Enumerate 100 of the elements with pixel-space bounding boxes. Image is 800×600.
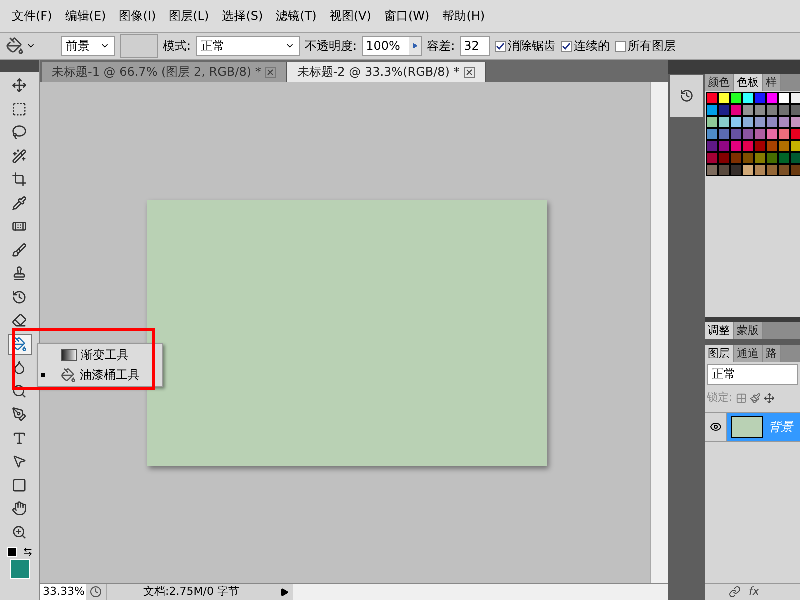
color-swatch[interactable]: [754, 140, 766, 152]
opacity-field[interactable]: 100%: [362, 36, 422, 56]
color-swatch[interactable]: [730, 92, 742, 104]
color-swatch[interactable]: [742, 152, 754, 164]
color-swatch[interactable]: [754, 116, 766, 128]
panel-tab[interactable]: 颜色: [705, 74, 734, 91]
panel-tab[interactable]: 样: [763, 74, 781, 91]
color-swatch[interactable]: [742, 128, 754, 140]
color-swatch[interactable]: [790, 104, 800, 116]
color-swatch[interactable]: [730, 140, 742, 152]
color-swatch[interactable]: [742, 104, 754, 116]
color-swatch[interactable]: [718, 140, 730, 152]
default-colors-icon[interactable]: [6, 547, 16, 557]
color-swatch[interactable]: [706, 128, 718, 140]
color-swatch[interactable]: [706, 116, 718, 128]
color-swatch[interactable]: [766, 140, 778, 152]
clock-icon[interactable]: [90, 586, 102, 598]
flyout-menu-item[interactable]: 油漆桶工具: [38, 365, 162, 385]
checkbox[interactable]: [615, 40, 626, 52]
color-swatch[interactable]: [790, 116, 800, 128]
color-swatch[interactable]: [790, 152, 800, 164]
color-swatch[interactable]: [778, 116, 790, 128]
color-swatch[interactable]: [766, 128, 778, 140]
color-swatch[interactable]: [730, 104, 742, 116]
color-swatch[interactable]: [766, 152, 778, 164]
panel-tab[interactable]: 图层: [705, 345, 734, 362]
zoom-field[interactable]: 33.33%: [40, 584, 86, 600]
fx-button[interactable]: fx: [749, 584, 760, 600]
horizontal-scrollbar[interactable]: [293, 584, 668, 600]
vertical-scrollbar[interactable]: [650, 82, 668, 583]
panel-tab[interactable]: 路: [763, 345, 781, 362]
color-swatch[interactable]: [706, 140, 718, 152]
menu-item[interactable]: 选择(S): [216, 7, 270, 25]
color-swatch[interactable]: [766, 104, 778, 116]
color-swatch[interactable]: [706, 164, 718, 176]
flyout-menu-item[interactable]: 渐变工具: [38, 345, 162, 365]
color-swatch[interactable]: [754, 152, 766, 164]
panel-tab[interactable]: 通道: [734, 345, 763, 362]
color-swatch[interactable]: [754, 164, 766, 176]
menu-item[interactable]: 图像(I): [113, 7, 162, 25]
color-swatch[interactable]: [730, 164, 742, 176]
blend-mode-dropdown[interactable]: 正常: [707, 364, 798, 385]
menu-item[interactable]: 窗口(W): [378, 7, 436, 25]
menu-item[interactable]: 图层(L): [163, 7, 216, 25]
color-swatch[interactable]: [718, 116, 730, 128]
color-swatch[interactable]: [706, 92, 718, 104]
menu-item[interactable]: 文件(F): [6, 7, 58, 25]
menu-item[interactable]: 帮助(H): [436, 7, 492, 25]
color-swatch[interactable]: [718, 92, 730, 104]
color-swatch[interactable]: [754, 128, 766, 140]
checkbox[interactable]: [495, 40, 506, 52]
color-swatch[interactable]: [790, 164, 800, 176]
color-swatch[interactable]: [778, 140, 790, 152]
panel-tab[interactable]: 色板: [734, 74, 763, 91]
checkbox[interactable]: [561, 40, 572, 52]
color-swatch[interactable]: [742, 140, 754, 152]
color-swatch[interactable]: [778, 152, 790, 164]
color-swatch[interactable]: [778, 92, 790, 104]
swap-colors-icon[interactable]: [22, 547, 32, 557]
color-swatch[interactable]: [742, 164, 754, 176]
foreground-color-swatch[interactable]: [10, 559, 30, 579]
menu-item[interactable]: 视图(V): [324, 7, 378, 25]
mode-dropdown[interactable]: 正常: [196, 36, 300, 56]
link-icon[interactable]: [729, 586, 741, 598]
fill-source-dropdown[interactable]: 前景: [61, 36, 115, 56]
menu-item[interactable]: 编辑(E): [59, 7, 112, 25]
close-icon[interactable]: [464, 66, 475, 78]
color-swatch[interactable]: [718, 164, 730, 176]
color-swatch[interactable]: [754, 104, 766, 116]
color-swatch[interactable]: [754, 92, 766, 104]
color-swatch[interactable]: [742, 116, 754, 128]
color-swatch[interactable]: [778, 104, 790, 116]
lock-pixels-icon[interactable]: [750, 392, 761, 404]
color-swatch[interactable]: [730, 116, 742, 128]
color-swatch[interactable]: [730, 128, 742, 140]
color-swatch[interactable]: [766, 92, 778, 104]
color-swatch[interactable]: [742, 92, 754, 104]
document-tab[interactable]: 未标题-2 @ 33.3%(RGB/8) *: [287, 62, 486, 82]
tolerance-field[interactable]: 32: [460, 36, 490, 56]
color-swatch[interactable]: [766, 164, 778, 176]
play-icon[interactable]: [280, 588, 289, 596]
document-tab[interactable]: 未标题-1 @ 66.7% (图层 2, RGB/8) *: [42, 62, 288, 82]
color-swatch[interactable]: [718, 128, 730, 140]
menu-item[interactable]: 滤镜(T): [270, 7, 323, 25]
color-swatch[interactable]: [790, 128, 800, 140]
color-swatch[interactable]: [706, 104, 718, 116]
lock-position-icon[interactable]: [764, 392, 775, 404]
panel-tab[interactable]: 调整: [705, 322, 734, 339]
color-swatch[interactable]: [778, 164, 790, 176]
color-swatch[interactable]: [790, 92, 800, 104]
color-swatch[interactable]: [706, 152, 718, 164]
color-swatch[interactable]: [718, 104, 730, 116]
close-icon[interactable]: [265, 66, 276, 78]
history-panel-button[interactable]: [670, 75, 703, 117]
color-swatch[interactable]: [778, 128, 790, 140]
color-swatch[interactable]: [790, 140, 800, 152]
color-swatch[interactable]: [718, 152, 730, 164]
panel-tab[interactable]: 蒙版: [734, 322, 763, 339]
color-swatch[interactable]: [766, 116, 778, 128]
color-swatch[interactable]: [730, 152, 742, 164]
